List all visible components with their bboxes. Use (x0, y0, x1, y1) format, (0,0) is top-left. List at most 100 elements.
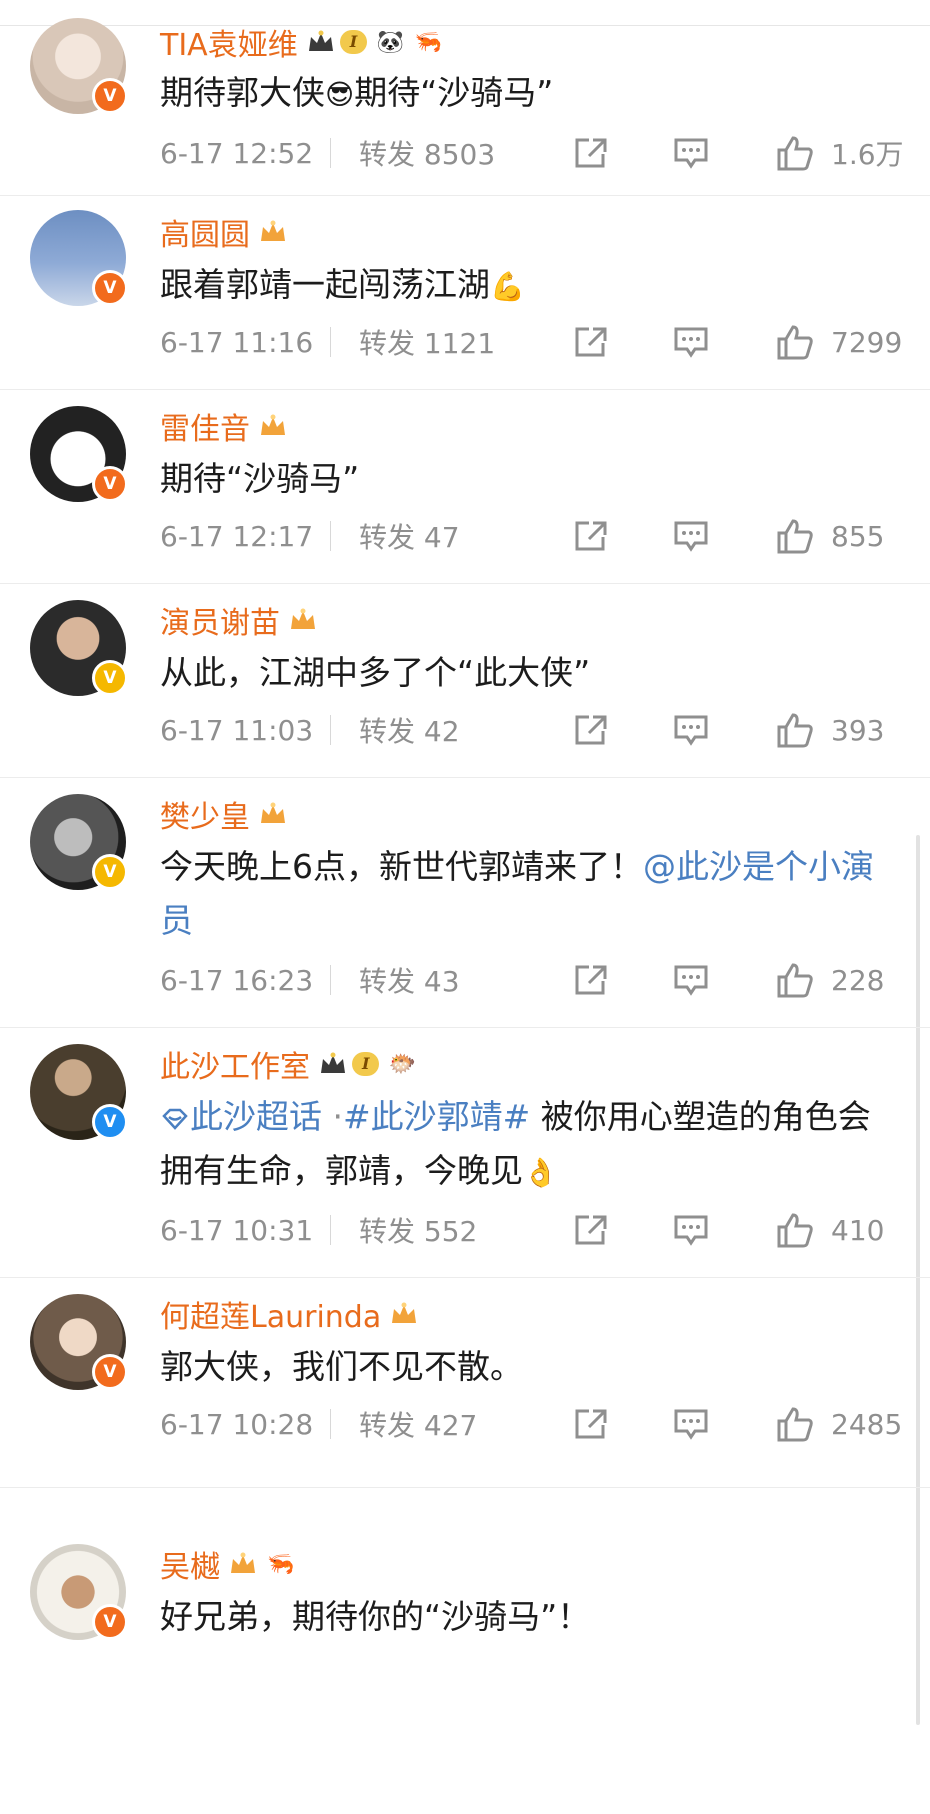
super-topic-link[interactable]: 此沙超话 (160, 1097, 322, 1136)
verified-badge-icon: V (92, 1604, 128, 1640)
top-divider (0, 0, 930, 26)
comment-icon[interactable] (669, 514, 713, 558)
comment-icon[interactable] (669, 320, 713, 364)
comment-text: 期待郭大侠😎期待“沙骑马” (160, 73, 554, 112)
shrimp-badge-icon: 🦐 (414, 29, 442, 55)
comment-meta: 6-17 10:28 转发 427 2485 (160, 1402, 910, 1446)
like-icon[interactable] (773, 1208, 817, 1252)
comment-text: 今天晚上6点，新世代郭靖来了！@此沙是个小演员 (160, 847, 874, 940)
comment-text: 好兄弟，期待你的“沙骑马”！ (160, 1597, 591, 1636)
crown-icon (318, 1051, 348, 1077)
like-count: 2485 (831, 1407, 903, 1441)
meta-divider (330, 521, 331, 551)
comment-item: V 高圆圆 跟着郭靖一起闯荡江湖💪 6-17 11:16 转发 1121 729… (0, 196, 930, 390)
hashtag-link[interactable]: #此沙郭靖# (343, 1097, 530, 1136)
verified-badge-icon: V (92, 1354, 128, 1390)
verified-badge-icon: V (92, 660, 128, 696)
share-icon[interactable] (569, 708, 613, 752)
shrimp-badge-icon: 🦐 (267, 1551, 295, 1577)
like-icon[interactable] (773, 958, 817, 1002)
user-name[interactable]: 雷佳音 (160, 404, 250, 448)
forward-count: 转发 43 (359, 965, 460, 998)
crown-icon (228, 1551, 258, 1577)
user-name[interactable]: 高圆圆 (160, 210, 250, 254)
forward-count: 转发 427 (359, 1409, 478, 1442)
comment-text: 此沙超话 ·#此沙郭靖# 被你用心塑造的角色会拥有生命，郭靖，今晚见👌 (160, 1097, 871, 1190)
crown-icon (288, 607, 318, 633)
comment-date: 6-17 16:23 (160, 963, 314, 997)
user-name[interactable]: 此沙工作室 (160, 1042, 310, 1086)
name-row: TIA袁娅维 I 🐼 🦐 (160, 20, 443, 64)
comment-item: V 何超莲Laurinda 郭大侠，我们不见不散。 6-17 10:28 转发 … (0, 1278, 930, 1488)
like-count: 393 (831, 713, 885, 747)
crown-icon (258, 801, 288, 827)
user-name[interactable]: 演员谢苗 (160, 598, 280, 642)
comment-icon[interactable] (669, 708, 713, 752)
name-row: 何超莲Laurinda (160, 1292, 419, 1336)
comment-icon[interactable] (669, 131, 713, 175)
forward-count: 转发 552 (359, 1215, 478, 1248)
verified-badge-icon: V (92, 1104, 128, 1140)
comment-item: V TIA袁娅维 I 🐼 🦐 期待郭大侠😎期待“沙骑马” 6-17 12:52 … (0, 18, 930, 196)
like-count: 410 (831, 1213, 885, 1247)
share-icon[interactable] (569, 1208, 613, 1252)
diamond-icon (162, 1108, 188, 1130)
crown-icon (389, 1301, 419, 1327)
name-row: 樊少皇 (160, 792, 288, 836)
comment-text: 期待“沙骑马” (160, 459, 360, 498)
verified-badge-icon: V (92, 78, 128, 114)
comment-text: 郭大侠，我们不见不散。 (160, 1347, 523, 1386)
vip-level-badge: I (339, 28, 368, 56)
comment-date: 6-17 12:52 (160, 136, 314, 170)
like-icon[interactable] (773, 708, 817, 752)
like-count: 855 (831, 519, 885, 553)
ok-hand-emoji-icon: 👌 (523, 1156, 558, 1189)
name-row: 此沙工作室 I 🐡 (160, 1042, 417, 1086)
comment-icon[interactable] (669, 958, 713, 1002)
share-icon[interactable] (569, 1402, 613, 1446)
forward-count: 转发 47 (359, 521, 460, 554)
meta-divider (330, 1409, 331, 1439)
meta-divider (330, 715, 331, 745)
meta-divider (330, 965, 331, 995)
user-name[interactable]: TIA袁娅维 (160, 20, 298, 64)
meta-divider (330, 1215, 331, 1245)
like-icon[interactable] (773, 1402, 817, 1446)
comment-meta: 6-17 12:52 转发 8503 1.6万 (160, 131, 910, 175)
sunglasses-emoji-icon: 😎 (325, 78, 355, 111)
forward-count: 转发 42 (359, 715, 460, 748)
comment-item: V 此沙工作室 I 🐡 此沙超话 ·#此沙郭靖# 被你用心塑造的角色会拥有生命，… (0, 1028, 930, 1278)
like-count: 228 (831, 963, 885, 997)
crown-icon (306, 29, 336, 55)
comment-item: V 吴樾 🦐 好兄弟，期待你的“沙骑马”！ (0, 1488, 930, 1814)
vip-level-badge: I (352, 1050, 380, 1078)
comment-date: 6-17 10:28 (160, 1407, 314, 1441)
pufferfish-badge-icon: 🐡 (388, 1051, 417, 1077)
comment-meta: 6-17 12:17 转发 47 855 (160, 514, 910, 558)
comment-date: 6-17 12:17 (160, 519, 314, 553)
verified-badge-icon: V (92, 854, 128, 890)
comment-date: 6-17 11:16 (160, 325, 314, 359)
verified-badge-icon: V (92, 466, 128, 502)
share-icon[interactable] (569, 320, 613, 364)
share-icon[interactable] (569, 131, 613, 175)
comment-meta: 6-17 16:23 转发 43 228 (160, 958, 910, 1002)
like-icon[interactable] (773, 131, 817, 175)
share-icon[interactable] (569, 514, 613, 558)
user-name[interactable]: 何超莲Laurinda (160, 1292, 381, 1336)
user-name[interactable]: 吴樾 (160, 1542, 220, 1586)
crown-icon (258, 219, 288, 245)
panda-badge-icon: 🐼 (376, 29, 404, 55)
meta-divider (330, 327, 331, 357)
comment-icon[interactable] (669, 1402, 713, 1446)
user-name[interactable]: 樊少皇 (160, 792, 250, 836)
share-icon[interactable] (569, 958, 613, 1002)
comment-meta: 6-17 10:31 转发 552 410 (160, 1208, 910, 1252)
meta-divider (330, 138, 331, 168)
forward-count: 转发 8503 (359, 138, 496, 171)
like-icon[interactable] (773, 320, 817, 364)
like-count: 7299 (831, 325, 903, 359)
comment-icon[interactable] (669, 1208, 713, 1252)
like-icon[interactable] (773, 514, 817, 558)
comment-item: V 樊少皇 今天晚上6点，新世代郭靖来了！@此沙是个小演员 6-17 16:23… (0, 778, 930, 1028)
